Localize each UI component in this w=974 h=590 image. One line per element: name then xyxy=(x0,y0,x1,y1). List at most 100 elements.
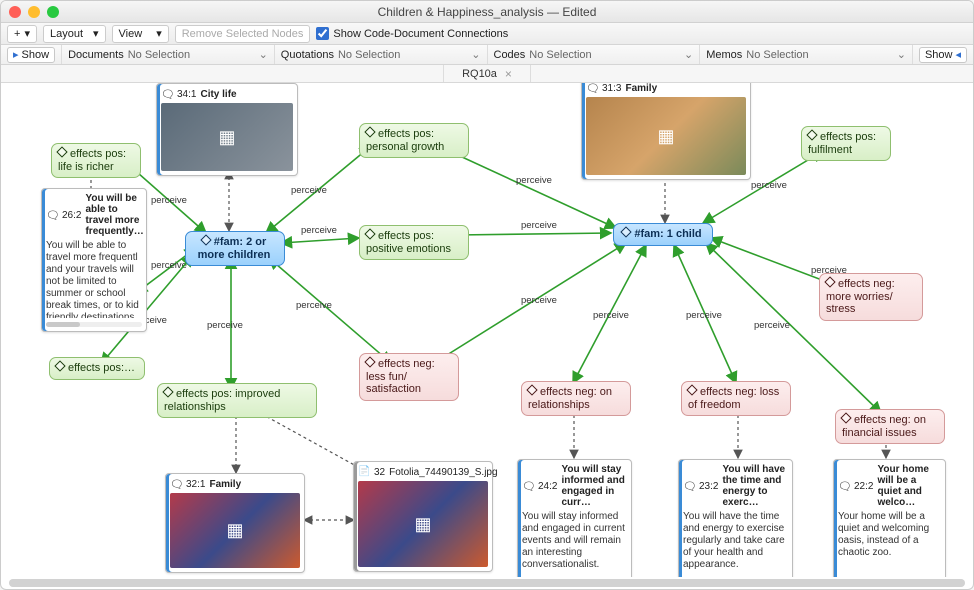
svg-text:perceive: perceive xyxy=(301,225,337,236)
plus-icon: + xyxy=(14,28,20,40)
quote-icon xyxy=(46,209,58,221)
code-label: effects neg: less fun/ satisfaction xyxy=(366,358,435,395)
document-fotolia[interactable]: 32 Fotolia_74490139_S.jpg ▦ xyxy=(353,461,493,572)
documents-value: No Selection xyxy=(128,49,190,61)
quotation-family-1[interactable]: 31:3 Family ▦ xyxy=(581,83,751,180)
quotations-value: No Selection xyxy=(338,49,400,61)
image-placeholder-icon: ▦ xyxy=(358,481,488,567)
quote-title: You will have the time and energy to exe… xyxy=(722,464,788,508)
svg-text:perceive: perceive xyxy=(207,320,243,331)
image-placeholder-icon: ▦ xyxy=(586,97,746,175)
code-effects-pos-more[interactable]: effects pos:… xyxy=(49,357,145,380)
code-label: #fam: 1 child xyxy=(634,228,701,240)
codes-label: Codes xyxy=(494,49,526,61)
svg-text:perceive: perceive xyxy=(516,175,552,186)
svg-text:perceive: perceive xyxy=(686,310,722,321)
code-label: effects pos: life is richer xyxy=(58,148,126,173)
scrollbar-thumb[interactable] xyxy=(9,579,965,587)
network-canvas[interactable]: perceive perceive perceive perceive perc… xyxy=(1,83,973,577)
code-effects-pos-fulfilment[interactable]: effects pos: fulfilment xyxy=(801,126,891,161)
filter-quotations[interactable]: Quotations No Selection ⌄ xyxy=(275,45,488,64)
remove-label: Remove Selected Nodes xyxy=(182,28,304,40)
tab-rq10a[interactable]: RQ10a xyxy=(443,65,531,82)
filter-memos[interactable]: Memos No Selection ⌄ xyxy=(700,45,913,64)
svg-text:perceive: perceive xyxy=(151,195,187,206)
diamond-icon xyxy=(54,360,65,371)
diamond-icon xyxy=(840,412,851,423)
filter-documents[interactable]: Documents No Selection ⌄ xyxy=(62,45,275,64)
quote-title: You will stay informed and engaged in cu… xyxy=(561,464,627,508)
code-label: effects neg: on relationships xyxy=(528,386,612,411)
diamond-icon xyxy=(621,226,632,237)
mini-scrollbar[interactable] xyxy=(46,322,142,327)
code-effects-neg-relationships[interactable]: effects neg: on relationships xyxy=(521,381,631,416)
show-right-label: Show xyxy=(925,49,953,61)
code-effects-neg-financial[interactable]: effects neg: on financial issues xyxy=(835,409,945,444)
show-connections-toggle[interactable]: Show Code-Document Connections xyxy=(316,27,508,40)
code-fam-2plus[interactable]: #fam: 2 or more children xyxy=(185,231,285,266)
code-effects-pos-emotions[interactable]: effects pos: positive emotions xyxy=(359,225,469,260)
quote-ref: 23:2 xyxy=(699,481,718,492)
memos-value: No Selection xyxy=(746,49,808,61)
diamond-icon xyxy=(686,384,697,395)
show-left-button[interactable]: ▸Show xyxy=(1,45,62,64)
quote-title: Family xyxy=(625,83,657,94)
svg-text:perceive: perceive xyxy=(593,310,629,321)
svg-text:perceive: perceive xyxy=(291,185,327,196)
quotations-label: Quotations xyxy=(281,49,334,61)
code-effects-neg-lessfun[interactable]: effects neg: less fun/ satisfaction xyxy=(359,353,459,401)
code-label: effects neg: on financial issues xyxy=(842,414,926,439)
code-effects-pos-richer[interactable]: effects pos: life is richer xyxy=(51,143,141,178)
quote-ref: 34:1 xyxy=(177,89,196,100)
filter-codes[interactable]: Codes No Selection ⌄ xyxy=(488,45,701,64)
svg-text:perceive: perceive xyxy=(751,180,787,191)
quote-icon xyxy=(522,480,534,492)
diamond-icon xyxy=(526,384,537,395)
svg-text:perceive: perceive xyxy=(151,260,187,271)
svg-text:perceive: perceive xyxy=(296,300,332,311)
quote-icon xyxy=(683,480,695,492)
add-dropdown[interactable]: + ▾ xyxy=(7,25,37,43)
show-connections-checkbox[interactable] xyxy=(316,27,329,40)
code-effects-pos-relationships[interactable]: effects pos: improved relationships xyxy=(157,383,317,418)
quotation-travel[interactable]: 26:2 You will be able to travel more fre… xyxy=(41,188,147,332)
show-right-button[interactable]: Show◂ xyxy=(913,45,973,64)
view-dropdown[interactable]: View ▾ xyxy=(112,25,169,43)
quote-body: You will stay informed and engaged in cu… xyxy=(522,511,627,575)
code-effects-pos-growth[interactable]: effects pos: personal growth xyxy=(359,123,469,158)
quote-ref: 31:3 xyxy=(602,83,621,94)
view-label: View xyxy=(119,28,143,40)
code-effects-neg-worries[interactable]: effects neg: more worries/ stress xyxy=(819,273,923,321)
code-label: effects pos: personal growth xyxy=(366,128,444,153)
code-effects-neg-freedom[interactable]: effects neg: loss of freedom xyxy=(681,381,791,416)
quote-body: Your home will be a quiet and welcoming … xyxy=(838,511,941,575)
quote-title: Family xyxy=(209,479,241,490)
quote-icon xyxy=(586,83,598,94)
show-left-label: Show xyxy=(22,49,50,61)
quote-icon xyxy=(161,88,173,100)
quote-ref: 24:2 xyxy=(538,481,557,492)
horizontal-scrollbar[interactable] xyxy=(9,579,965,587)
image-placeholder-icon: ▦ xyxy=(170,493,300,568)
image-placeholder-icon: ▦ xyxy=(161,103,293,171)
show-connections-label: Show Code-Document Connections xyxy=(333,28,508,40)
layout-dropdown[interactable]: Layout ▾ xyxy=(43,25,106,43)
toolbar-main: + ▾ Layout ▾ View ▾ Remove Selected Node… xyxy=(1,23,973,45)
code-label: effects pos: positive emotions xyxy=(366,230,451,255)
diamond-icon xyxy=(200,234,211,245)
quote-title: You will be able to travel more frequent… xyxy=(85,193,143,237)
quotation-city-life[interactable]: 34:1 City life ▦ xyxy=(156,83,298,176)
quote-ref: 22:2 xyxy=(854,481,873,492)
quotation-informed[interactable]: 24:2 You will stay informed and engaged … xyxy=(517,459,632,577)
doc-ref: 32 xyxy=(374,467,385,478)
code-fam-1[interactable]: #fam: 1 child xyxy=(613,223,713,246)
quotation-home[interactable]: 22:2 Your home will be a quiet and welco… xyxy=(833,459,946,577)
quote-ref: 32:1 xyxy=(186,479,205,490)
quotation-family-2[interactable]: 32:1 Family ▦ xyxy=(165,473,305,573)
layout-label: Layout xyxy=(50,28,83,40)
codes-value: No Selection xyxy=(529,49,591,61)
tabbar: RQ10a xyxy=(1,65,973,83)
quotation-exercise[interactable]: 23:2 You will have the time and energy t… xyxy=(678,459,793,577)
quote-icon xyxy=(170,478,182,490)
code-label: effects pos: improved relationships xyxy=(164,388,280,413)
